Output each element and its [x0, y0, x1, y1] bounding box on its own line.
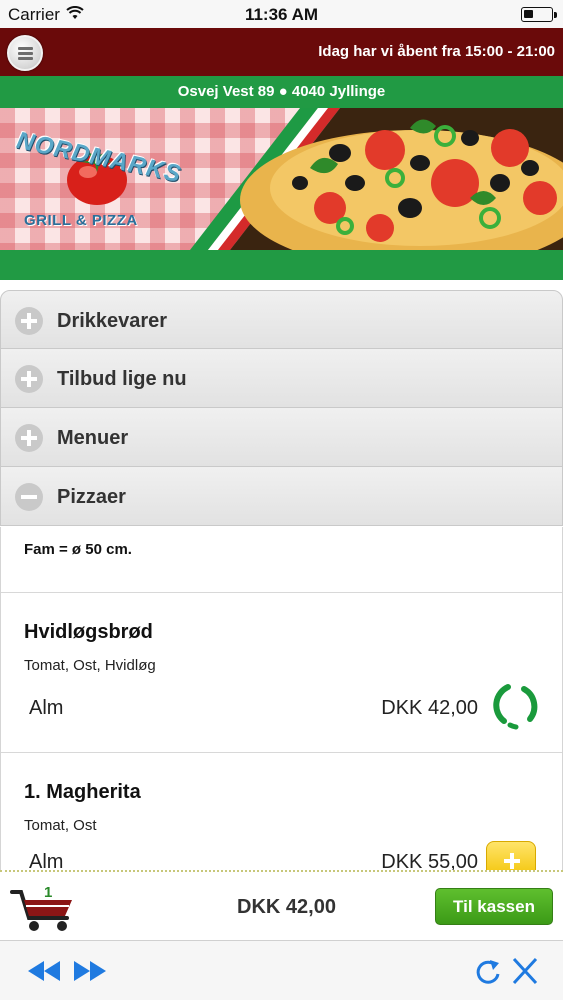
- close-icon[interactable]: [507, 957, 543, 985]
- product-description: Tomat, Ost, Hvidløg: [24, 657, 156, 674]
- checkout-button[interactable]: Til kassen: [435, 888, 553, 925]
- logo-subtitle: GRILL & PIZZA: [24, 212, 138, 229]
- category-pizzaer[interactable]: Pizzaer: [0, 467, 563, 526]
- status-bar: Carrier 11:36 AM: [0, 0, 563, 28]
- pizza-list: Fam = ø 50 cm. Hvidløgsbrød Tomat, Ost, …: [0, 527, 563, 870]
- product-name: 1. Magherita: [24, 781, 141, 803]
- product-item: 1. Magherita Tomat, Ost Alm DKK 55,00: [1, 753, 562, 870]
- restaurant-logo: NORDMARKS GRILL & PIZZA: [10, 118, 190, 238]
- plus-circle-icon: [15, 365, 43, 393]
- address-text: Osvej Vest 89 ● 4040 Jyllinge: [177, 83, 386, 100]
- product-price: DKK 55,00: [381, 851, 478, 870]
- opening-hours: Idag har vi åbent fra 15:00 - 21:00: [318, 43, 555, 60]
- fast-forward-icon[interactable]: [72, 957, 108, 985]
- product-price: DKK 42,00: [381, 697, 478, 719]
- minus-circle-icon: [15, 483, 43, 511]
- category-label: Drikkevarer: [57, 310, 168, 332]
- category-menuer[interactable]: Menuer: [0, 408, 563, 467]
- rewind-icon[interactable]: [26, 957, 62, 985]
- clock: 11:36 AM: [244, 5, 319, 24]
- product-size: Alm: [29, 851, 64, 870]
- menu-button[interactable]: [7, 35, 43, 71]
- address-bar: Osvej Vest 89 ● 4040 Jyllinge: [0, 76, 563, 108]
- size-note: Fam = ø 50 cm.: [24, 541, 132, 558]
- add-to-cart-button[interactable]: [486, 841, 536, 870]
- product-item: Hvidløgsbrød Tomat, Ost, Hvidløg Alm DKK…: [1, 593, 562, 753]
- product-description: Tomat, Ost: [24, 817, 97, 834]
- category-label: Tilbud lige nu: [57, 368, 187, 390]
- top-header: Idag har vi åbent fra 15:00 - 21:00: [0, 28, 563, 76]
- banner-strip: [0, 250, 563, 280]
- category-tilbud[interactable]: Tilbud lige nu: [0, 349, 563, 408]
- cart-bar: 1 DKK 42,00 Til kassen: [0, 870, 563, 940]
- battery-icon: [521, 7, 557, 22]
- category-label: Menuer: [57, 427, 129, 449]
- product-name: Hvidløgsbrød: [24, 621, 153, 643]
- product-size: Alm: [29, 697, 64, 719]
- browser-toolbar: [0, 940, 563, 1000]
- category-accordion: Drikkevarer Tilbud lige nu Menuer Pizzae…: [0, 290, 563, 526]
- refresh-icon[interactable]: [470, 957, 506, 985]
- loading-spinner-icon: [493, 684, 538, 730]
- category-label: Pizzaer: [57, 486, 126, 508]
- plus-circle-icon: [15, 424, 43, 452]
- plus-circle-icon: [15, 307, 43, 335]
- category-drikkevarer[interactable]: Drikkevarer: [0, 290, 563, 349]
- banner: NORDMARKS GRILL & PIZZA: [0, 108, 563, 250]
